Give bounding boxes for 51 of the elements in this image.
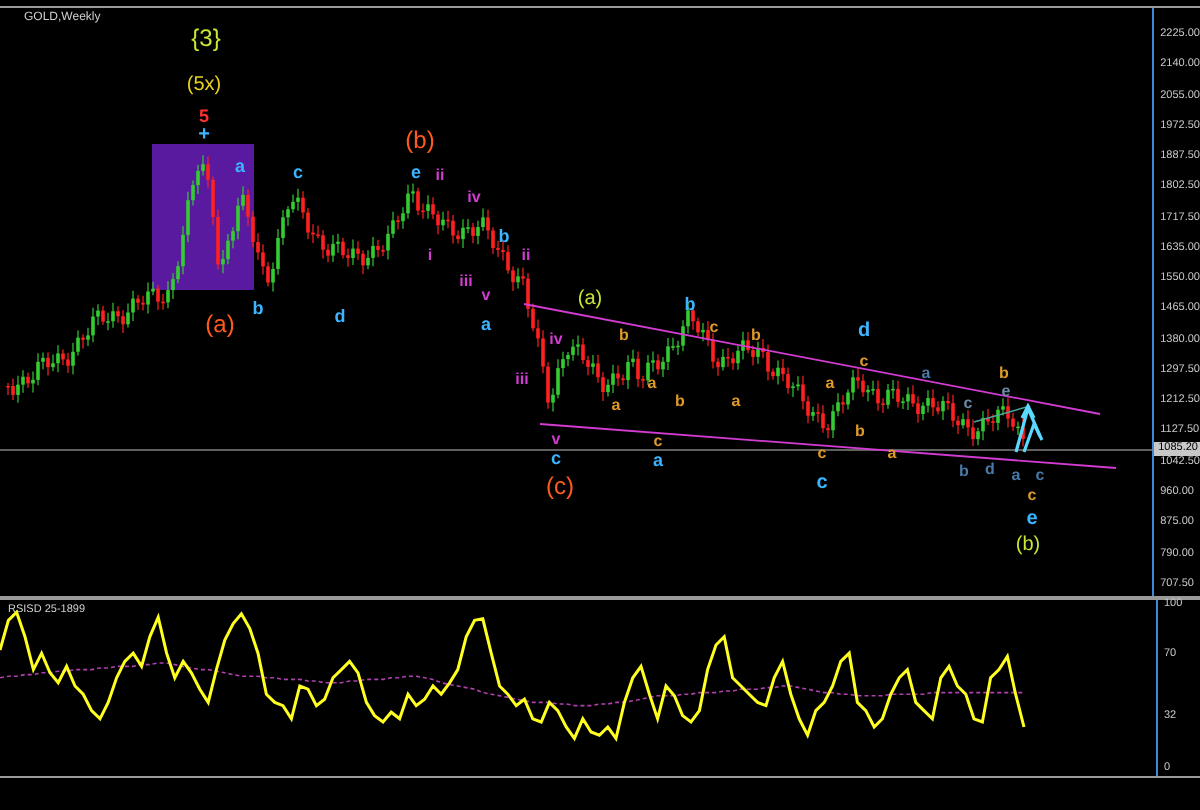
wave-label: + (198, 124, 210, 146)
wave-label: iii (515, 370, 529, 388)
wave-label: b (498, 226, 510, 246)
wave-label: iii (459, 272, 473, 290)
wave-label: c (859, 352, 869, 370)
wave-label: b (751, 326, 761, 344)
wave-label: ii (521, 246, 531, 264)
wave-label: a (481, 314, 491, 334)
wave-label: b (252, 298, 264, 318)
wave-label: b (619, 326, 629, 344)
wave-label: a (611, 396, 621, 414)
wave-label: d (857, 320, 871, 342)
wave-label: a (653, 450, 663, 470)
wave-label: b (959, 462, 969, 480)
wave-label: a (921, 364, 931, 382)
wave-label: (c) (546, 472, 574, 500)
wave-label: c (963, 394, 973, 412)
wave-label: iv (467, 188, 481, 206)
wave-label: 5 (199, 106, 209, 126)
wave-label: d (985, 460, 995, 478)
wave-label: (b) (1015, 534, 1041, 556)
wave-label: a (647, 374, 657, 392)
wave-label: a (731, 392, 741, 410)
wave-label: c (1035, 466, 1045, 484)
wave-label: v (481, 286, 491, 304)
wave-label: (a) (577, 288, 603, 310)
wave-label: c (709, 318, 719, 336)
wave-label: v (551, 430, 561, 448)
wave-label: b (684, 294, 696, 314)
wave-label: a (1011, 466, 1021, 484)
wave-label: a (235, 156, 245, 176)
wave-label: b (855, 422, 865, 440)
wave-label: (a) (205, 310, 235, 338)
wave-label: (b) (405, 126, 435, 154)
wave-label: c (653, 432, 663, 450)
wave-label: c (293, 162, 303, 182)
wave-label: e (411, 162, 421, 182)
wave-label: b (675, 392, 685, 410)
wave-label: iv (549, 330, 563, 348)
wave-label: c (1027, 486, 1037, 504)
wave-label: e (1026, 508, 1038, 530)
wave-label: {3} (191, 24, 221, 52)
wave-label: ii (435, 166, 445, 184)
wave-label: (5x) (186, 74, 222, 96)
wave-label: c (817, 444, 827, 462)
wave-label: i (427, 246, 433, 264)
wave-label: d (334, 306, 346, 326)
wave-label: c (551, 448, 561, 468)
wave-label: b (999, 364, 1009, 382)
wave-label: c (816, 472, 828, 494)
wave-label: a (825, 374, 835, 392)
